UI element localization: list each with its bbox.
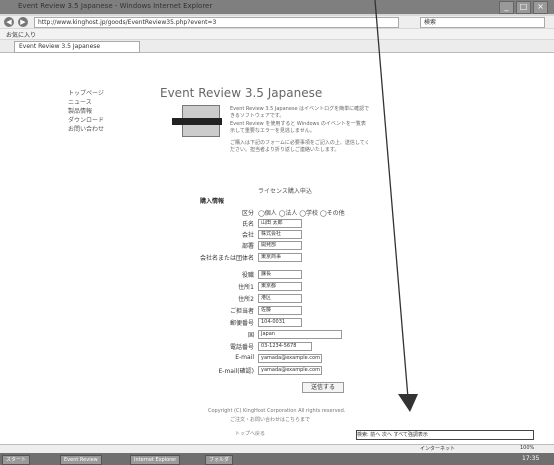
sidebar-item[interactable]: お問い合わせ: [68, 124, 104, 133]
field-label: 郵便番号: [229, 320, 254, 327]
taskbar-item[interactable]: フォルダ: [205, 455, 234, 465]
position-field[interactable]: 課長: [258, 270, 302, 279]
clock: 17:35: [522, 455, 540, 462]
maximize-button[interactable]: □: [516, 1, 531, 14]
field-label: E-mail(確認): [218, 368, 255, 375]
page-title: Event Review 3.5 Japanese: [160, 86, 323, 100]
phone-field[interactable]: 03-1234-5678: [258, 342, 312, 351]
favorites-label[interactable]: お気に入り: [6, 30, 36, 39]
organization-field[interactable]: 東京商事: [258, 253, 302, 262]
company-field[interactable]: 株式会社: [258, 230, 302, 239]
favorites-bar: [0, 29, 554, 39]
address2-field[interactable]: 港区: [258, 294, 302, 303]
field-label: 住所1: [238, 284, 254, 291]
start-button[interactable]: スタート: [2, 455, 31, 465]
contact-person-field[interactable]: 佐藤: [258, 306, 302, 315]
status-zone: インターネット: [420, 446, 456, 452]
field-label: 役職: [241, 272, 254, 279]
sidebar-item[interactable]: 製品情報: [68, 106, 92, 115]
sidebar-item[interactable]: ニュース: [68, 97, 92, 106]
window-title: Event Review 3.5 Japanese - Windows Inte…: [18, 2, 213, 10]
back-button[interactable]: ◀: [4, 17, 14, 27]
name-field[interactable]: 山田 太郎: [258, 219, 302, 228]
address1-field[interactable]: 東京都: [258, 282, 302, 291]
tab-event-review[interactable]: Event Review 3.5 Japanese: [14, 41, 140, 53]
taskbar-item[interactable]: Event Review: [60, 455, 102, 465]
product-box: [172, 118, 222, 125]
close-button[interactable]: ×: [533, 1, 548, 14]
email-field[interactable]: yamada@example.com: [258, 354, 322, 363]
intro-paragraph: Event Review を使用すると Windows のイベントを一覧表示して…: [230, 121, 366, 134]
footer-contact[interactable]: ご注文・お問い合わせはこちらまで: [230, 416, 310, 423]
field-label: 区分: [241, 210, 254, 217]
forward-button[interactable]: ▶: [18, 17, 28, 27]
form-heading: ライセンス購入申込: [258, 188, 312, 195]
field-label: 会社: [241, 232, 254, 239]
minimize-button[interactable]: _: [499, 1, 514, 14]
intro-paragraph: Event Review 3.5 Japanese はイベントログを簡単に確認で…: [230, 106, 370, 119]
zoom-level[interactable]: 100%: [520, 445, 534, 451]
footer-copyright: Copyright (C) KingHost Corporation All r…: [208, 408, 346, 414]
sidebar-item[interactable]: ダウンロード: [68, 115, 104, 124]
field-label: 電話番号: [229, 344, 254, 351]
find-bar[interactable]: 検索: 前へ 次へ すべて強調表示: [356, 430, 534, 440]
type-radio-group[interactable]: ◯個人 ◯法人 ◯学校 ◯その他: [258, 208, 345, 217]
field-label: ご担当者: [229, 308, 254, 315]
field-label: 部署: [241, 243, 254, 250]
taskbar-item[interactable]: Internet Explorer: [130, 455, 181, 465]
field-label: E-mail: [235, 354, 254, 361]
section-label: 購入情報: [200, 198, 225, 205]
field-label: 会社名または団体名: [199, 255, 254, 262]
sidebar-item[interactable]: トップページ: [68, 88, 104, 97]
search-input[interactable]: 検索: [420, 17, 545, 28]
postal-code-field[interactable]: 104-0031: [258, 318, 302, 327]
find-buttons[interactable]: 前へ 次へ すべて強調表示: [370, 432, 428, 438]
find-label: 検索:: [357, 432, 369, 438]
window-controls: _ □ ×: [499, 1, 548, 14]
email-confirm-field[interactable]: yamada@example.com: [258, 366, 322, 375]
submit-button[interactable]: 送信する: [302, 382, 344, 393]
field-label: 住所2: [238, 296, 254, 303]
footer-top-link[interactable]: トップへ戻る: [235, 430, 265, 437]
intro-paragraph: ご購入は下記のフォームに必要事項をご記入の上、送信してください。担当者より折り返…: [230, 140, 370, 153]
department-field[interactable]: 開発部: [258, 241, 302, 250]
field-label: 氏名: [241, 221, 254, 228]
country-select[interactable]: Japan: [258, 330, 342, 339]
field-label: 国: [247, 332, 254, 339]
address-input[interactable]: http://www.kinghost.jp/goods/EventReview…: [34, 17, 399, 28]
